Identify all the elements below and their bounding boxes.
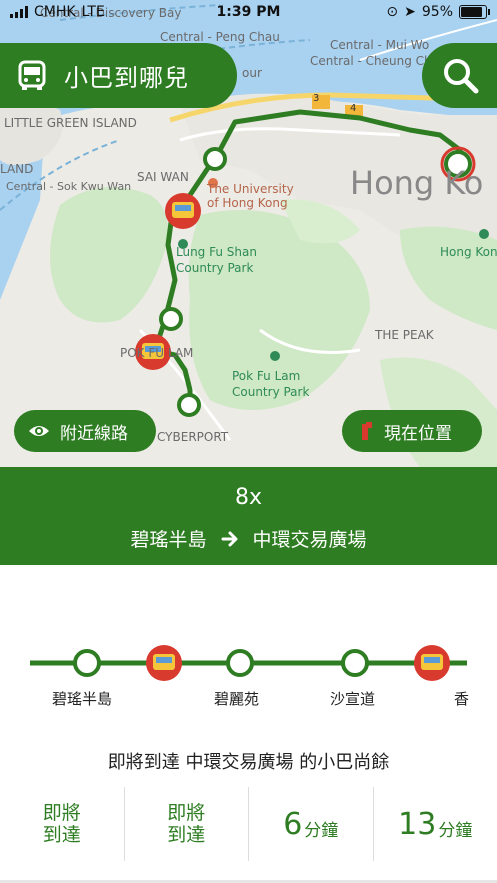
battery-icon bbox=[459, 5, 490, 19]
map-label-lung-fu-shan: Lung Fu Shan Country Park bbox=[176, 245, 257, 275]
bus-icon bbox=[18, 60, 46, 90]
map-label-peng-chau: Central - Peng Chau bbox=[160, 30, 280, 44]
map-label-our: our bbox=[242, 66, 262, 80]
location-arrow-icon: ➤ bbox=[404, 4, 416, 20]
route-header: 8x 碧瑤半島 中環交易廣場 bbox=[0, 467, 497, 565]
status-right: ⊙ ➤ 95% bbox=[386, 4, 490, 20]
map-label-sok-kwu-wan: Central - Sok Kwu Wan bbox=[6, 180, 132, 193]
arrow-right-icon bbox=[221, 531, 237, 546]
eta-1-line2: 到達 bbox=[42, 824, 81, 846]
stop-label-4: 香 bbox=[454, 690, 470, 708]
eta-3-minutes: 6 bbox=[283, 806, 303, 842]
strip-stop-3[interactable] bbox=[341, 649, 369, 677]
stop-marker-3[interactable] bbox=[203, 147, 227, 171]
eta-cell-1[interactable]: 即將 到達 bbox=[0, 787, 125, 861]
map-label-little-green-island: LITTLE GREEN ISLAND bbox=[4, 116, 137, 130]
search-button[interactable] bbox=[422, 43, 497, 108]
map-label-pok-fu-lam-park: Pok Fu Lam Country Park bbox=[232, 369, 310, 399]
strip-bus-2[interactable] bbox=[414, 645, 450, 681]
eta-2-line1: 即將 bbox=[167, 802, 206, 824]
remaining-buses-text: 即將到達 中環交易廣場 的小巴尚餘 bbox=[107, 752, 390, 773]
strip-stop-2[interactable] bbox=[226, 649, 254, 677]
map-label-mui-wo: Central - Mui Wo bbox=[330, 38, 430, 52]
stop-marker-1[interactable] bbox=[177, 393, 201, 417]
eta-arriving-1: 即將 到達 bbox=[43, 802, 81, 846]
strip-stop-1[interactable] bbox=[73, 649, 101, 677]
nearby-routes-button[interactable]: 附近線路 bbox=[14, 410, 156, 452]
map-label-road-4: 4 bbox=[350, 103, 357, 114]
route-direction: 碧瑤半島 中環交易廣場 bbox=[0, 525, 497, 552]
route-origin: 碧瑤半島 bbox=[130, 529, 207, 551]
map-label-road-3: 3 bbox=[313, 93, 320, 104]
app-title-bar: 小巴到哪兒 bbox=[0, 43, 237, 108]
orientation-lock-icon: ⊙ bbox=[386, 4, 399, 20]
map-label-sai-wan: SAI WAN bbox=[137, 170, 189, 184]
eta-1-line1: 即將 bbox=[42, 802, 81, 824]
strip-bus-1[interactable] bbox=[146, 645, 182, 681]
stop-label-2: 碧麗苑 bbox=[214, 690, 260, 708]
eta-4-unit: 分鐘 bbox=[438, 820, 473, 841]
map-label-hong-kong-park: Hong Kong bbox=[440, 245, 497, 259]
map-label-hku: The University of Hong Kong bbox=[207, 182, 294, 210]
status-bar: CMHK LTE 1:39 PM ⊙ ➤ 95% bbox=[0, 0, 497, 26]
app-title: 小巴到哪兒 bbox=[64, 64, 189, 92]
stop-label-3: 沙宣道 bbox=[330, 690, 376, 708]
eta-2-line2: 到達 bbox=[167, 824, 206, 846]
stop-label-1: 碧瑤半島 bbox=[52, 690, 113, 708]
map-label-the-peak: THE PEAK bbox=[375, 328, 434, 342]
map-label-pok-fu-lam: POK FU LAM bbox=[120, 346, 194, 360]
map-label-cyberport: CYBERPORT bbox=[157, 430, 229, 444]
battery-percent: 95% bbox=[421, 4, 453, 20]
eta-4-minutes: 13 bbox=[398, 806, 437, 842]
search-icon bbox=[444, 58, 479, 93]
route-number: 8x bbox=[234, 485, 263, 510]
person-pin-icon bbox=[362, 422, 372, 440]
route-destination: 中環交易廣場 bbox=[252, 529, 367, 551]
eta-cell-2[interactable]: 即將 到達 bbox=[125, 787, 249, 861]
stop-marker-2[interactable] bbox=[159, 307, 183, 331]
map-label-land: LAND bbox=[0, 162, 34, 176]
eta-3-unit: 分鐘 bbox=[304, 820, 339, 841]
eta-cell-4[interactable]: 13 分鐘 bbox=[374, 787, 497, 861]
eta-cell-3[interactable]: 6 分鐘 bbox=[249, 787, 374, 861]
current-location-button[interactable]: 現在位置 bbox=[342, 410, 482, 452]
eta-row: 即將 到達 即將 到達 6 分鐘 13 分鐘 bbox=[0, 787, 497, 861]
map-label-hong-kong-big: Hong Ko bbox=[350, 164, 484, 202]
eta-arriving-2: 即將 到達 bbox=[167, 802, 205, 846]
eye-icon bbox=[29, 426, 49, 436]
nearby-routes-label: 附近線路 bbox=[60, 423, 128, 444]
current-location-label: 現在位置 bbox=[384, 423, 452, 444]
map-label-cheung-chau: Central - Cheung Ch bbox=[310, 54, 432, 68]
bus-marker-1[interactable] bbox=[165, 193, 201, 229]
